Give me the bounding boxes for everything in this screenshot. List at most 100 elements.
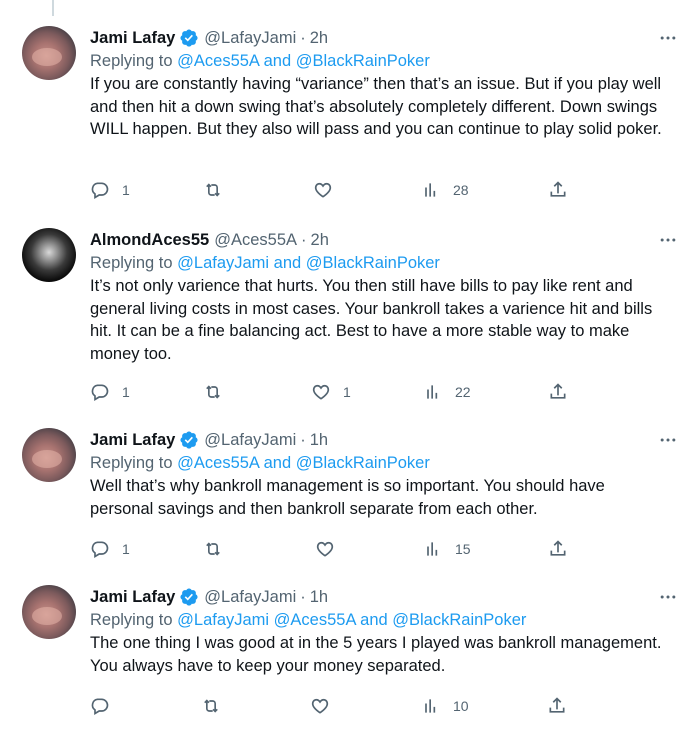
author-handle[interactable]: @LafayJami <box>204 588 296 607</box>
like-button[interactable] <box>310 695 342 717</box>
views-button[interactable]: 10 <box>421 695 469 717</box>
author-name[interactable]: Jami Lafay <box>90 29 175 48</box>
more-options-icon[interactable] <box>657 430 679 450</box>
timestamp[interactable]: 1h <box>310 431 328 450</box>
reply-count: 1 <box>122 541 130 557</box>
retweet-icon <box>206 183 220 197</box>
author-name[interactable]: Jami Lafay <box>90 431 175 450</box>
tweet[interactable]: AlmondAces55 @Aces55A · 2h Replying to @… <box>0 228 691 418</box>
replying-to-mentions[interactable]: @Aces55A and @BlackRainPoker <box>177 52 430 70</box>
tweet[interactable]: Jami Lafay @LafayJami · 1h Replying to @… <box>0 428 691 568</box>
more-options-icon[interactable] <box>657 587 679 607</box>
author-handle[interactable]: @LafayJami <box>204 431 296 450</box>
like-icon <box>311 698 329 714</box>
reply-button[interactable]: 1 <box>90 538 130 560</box>
like-icon <box>312 384 330 400</box>
separator-dot: · <box>300 28 306 47</box>
share-button[interactable] <box>548 381 568 403</box>
author-name[interactable]: AlmondAces55 <box>90 231 209 250</box>
tweet-header: Jami Lafay @LafayJami · 1h <box>90 585 671 609</box>
reply-button[interactable]: 1 <box>90 381 130 403</box>
tweet-actions: 1 28 <box>90 179 670 201</box>
author-name[interactable]: Jami Lafay <box>90 588 175 607</box>
replying-to-mentions[interactable]: @Aces55A and @BlackRainPoker <box>177 454 430 472</box>
views-button[interactable]: 28 <box>421 179 469 201</box>
views-count: 22 <box>455 384 471 400</box>
views-count: 10 <box>453 698 469 714</box>
reply-icon <box>91 182 109 199</box>
tweet-actions: 1 15 <box>90 538 670 560</box>
share-button[interactable] <box>548 538 568 560</box>
verified-badge-icon <box>180 431 198 449</box>
like-button[interactable] <box>313 179 345 201</box>
tweet-header: Jami Lafay @LafayJami · 2h <box>90 26 671 50</box>
share-icon <box>550 181 566 197</box>
replying-to-label: Replying to <box>90 454 178 472</box>
share-icon <box>550 540 566 556</box>
timestamp[interactable]: 1h <box>310 588 328 607</box>
more-options-icon[interactable] <box>657 28 679 48</box>
retweet-button[interactable] <box>203 381 235 403</box>
retweet-icon <box>206 385 220 399</box>
views-icon <box>427 542 438 556</box>
separator-dot: · <box>300 430 306 449</box>
reply-button[interactable]: 1 <box>90 179 130 201</box>
like-icon <box>314 182 332 198</box>
replying-to-label: Replying to <box>90 611 178 629</box>
timestamp[interactable]: 2h <box>311 231 329 250</box>
reply-count: 1 <box>122 182 130 198</box>
like-button[interactable] <box>315 538 347 560</box>
tweet-text: Well that’s why bankroll management is s… <box>90 477 605 518</box>
replying-to-mentions[interactable]: @LafayJami and @BlackRainPoker <box>177 254 440 272</box>
retweet-icon <box>204 699 218 713</box>
timestamp[interactable]: 2h <box>310 29 328 48</box>
retweet-icon <box>206 542 220 556</box>
replying-to-label: Replying to <box>90 52 178 70</box>
tweet-actions: 10 <box>90 695 670 717</box>
retweet-button[interactable] <box>203 538 235 560</box>
like-icon <box>316 541 334 557</box>
reply-icon <box>91 541 109 558</box>
share-icon <box>549 697 565 713</box>
separator-dot: · <box>301 230 307 249</box>
share-button[interactable] <box>548 179 568 201</box>
avatar[interactable] <box>22 428 76 482</box>
replying-to-mentions[interactable]: @LafayJami @Aces55A and @BlackRainPoker <box>177 611 526 629</box>
reply-button[interactable] <box>90 695 122 717</box>
views-button[interactable]: 22 <box>423 381 471 403</box>
tweet-text: The one thing I was good at in the 5 yea… <box>90 634 662 675</box>
replying-to-label: Replying to <box>90 254 178 272</box>
replying-to: Replying to @Aces55A and @BlackRainPoker <box>90 452 671 475</box>
like-count: 1 <box>343 384 351 400</box>
replying-to: Replying to @LafayJami @Aces55A and @Bla… <box>90 609 671 632</box>
avatar[interactable] <box>22 26 76 80</box>
thread-connector-line <box>52 0 54 16</box>
views-count: 28 <box>453 182 469 198</box>
retweet-button[interactable] <box>201 695 233 717</box>
share-icon <box>550 383 566 399</box>
tweet-actions: 1 1 22 <box>90 381 670 403</box>
author-handle[interactable]: @LafayJami <box>204 29 296 48</box>
share-button[interactable] <box>547 695 567 717</box>
tweet-text: It’s not only varience that hurts. You t… <box>90 277 653 363</box>
reply-icon <box>91 698 109 715</box>
views-button[interactable]: 15 <box>423 538 471 560</box>
retweet-button[interactable] <box>203 179 235 201</box>
more-options-icon[interactable] <box>657 230 679 250</box>
replying-to: Replying to @LafayJami and @BlackRainPok… <box>90 252 671 275</box>
reply-count: 1 <box>122 384 130 400</box>
replying-to: Replying to @Aces55A and @BlackRainPoker <box>90 50 671 73</box>
tweet-header: Jami Lafay @LafayJami · 1h <box>90 428 671 452</box>
verified-badge-icon <box>180 29 198 47</box>
verified-badge-icon <box>180 588 198 606</box>
tweet[interactable]: Jami Lafay @LafayJami · 1h Replying to @… <box>0 585 691 725</box>
avatar[interactable] <box>22 228 76 282</box>
tweet-text: If you are constantly having “variance” … <box>90 75 662 138</box>
views-icon <box>425 699 436 713</box>
tweet[interactable]: Jami Lafay @LafayJami · 2h Replying to @… <box>0 26 691 216</box>
author-handle[interactable]: @Aces55A <box>214 231 297 250</box>
tweet-header: AlmondAces55 @Aces55A · 2h <box>90 228 671 252</box>
avatar[interactable] <box>22 585 76 639</box>
like-button[interactable]: 1 <box>311 381 351 403</box>
views-icon <box>425 183 436 197</box>
